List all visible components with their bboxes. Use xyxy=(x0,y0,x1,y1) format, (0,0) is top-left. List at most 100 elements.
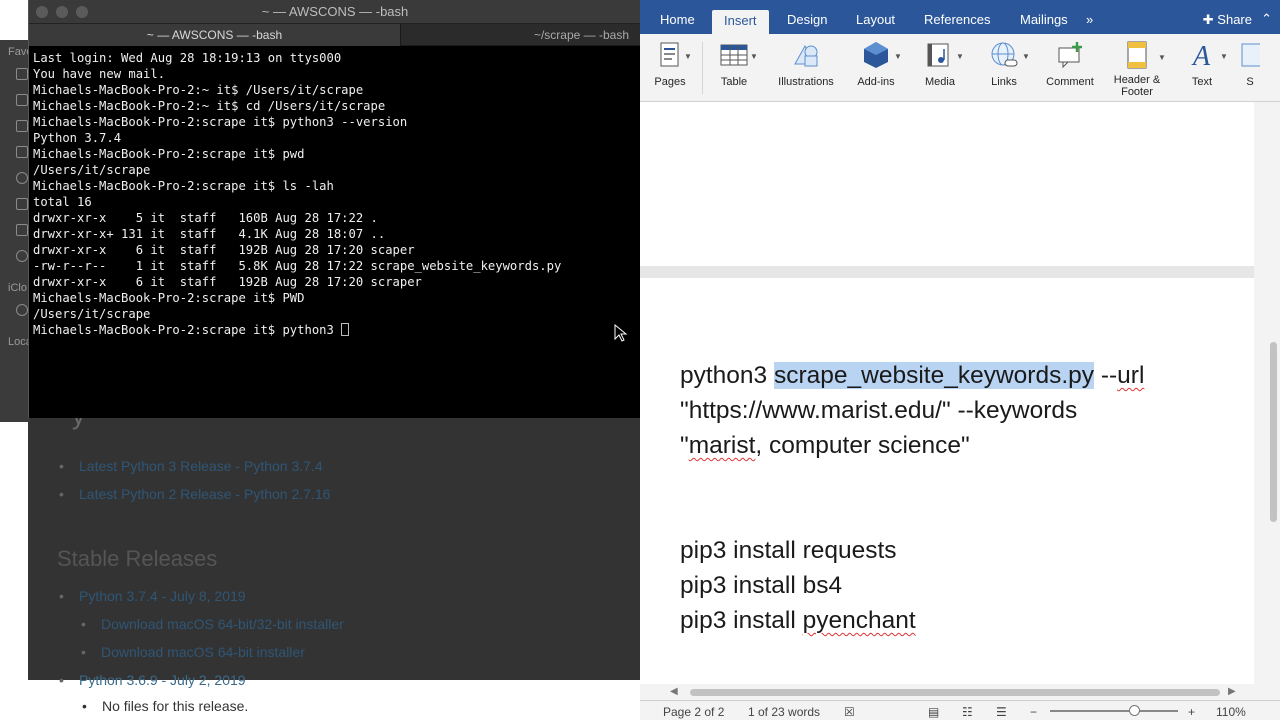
ribbon-label: Media xyxy=(925,76,955,88)
terminal-line: /Users/it/scrape xyxy=(33,307,151,321)
doc-line-keywords[interactable]: "marist, computer science" xyxy=(680,432,970,460)
zoom-level[interactable]: 110% xyxy=(1216,705,1246,719)
bg-link-python3[interactable]: Latest Python 3 Release - Python 3.7.4 xyxy=(59,458,323,474)
folder-icon[interactable] xyxy=(16,146,28,158)
terminal-line: drwxr-xr-x 6 it staff 192B Aug 28 17:20 … xyxy=(33,275,422,289)
downloads-icon[interactable] xyxy=(16,250,28,262)
header-footer-button[interactable]: Header & Footer ▼ xyxy=(1112,40,1166,98)
table-button[interactable]: Table ▼ xyxy=(716,40,758,88)
tab-scrape[interactable]: ~/scrape — -bash xyxy=(401,24,641,46)
bg-link-python2[interactable]: Latest Python 2 Release - Python 2.7.16 xyxy=(59,486,330,502)
folder-icon[interactable] xyxy=(16,120,28,132)
spelling-error-text[interactable]: url xyxy=(1117,362,1144,389)
horizontal-scrollbar[interactable]: ◀ ▶ xyxy=(640,684,1254,700)
document-area[interactable]: python3 scrape_website_keywords.py --url… xyxy=(640,102,1280,700)
tab-awscons[interactable]: ~ — AWSCONS — -bash xyxy=(29,24,401,46)
vertical-scroll-thumb[interactable] xyxy=(1270,342,1277,522)
bg-download-link[interactable]: Download macOS 64-bit installer xyxy=(81,644,305,660)
illustrations-button[interactable]: Illustrations xyxy=(774,40,838,88)
terminal-line: total 16 xyxy=(33,195,92,209)
bg-section-title: Stable Releases xyxy=(57,546,218,571)
scroll-right-icon[interactable]: ▶ xyxy=(1228,686,1236,697)
spelling-error-text[interactable]: pyenchant xyxy=(803,607,916,634)
chevron-down-icon: ▼ xyxy=(894,52,902,61)
terminal-line: drwxr-xr-x 6 it staff 192B Aug 28 17:20 … xyxy=(33,243,415,257)
bg-release-title[interactable]: Python 3.7.4 - July 8, 2019 xyxy=(59,588,246,604)
more-tabs-icon[interactable]: » xyxy=(1086,12,1093,27)
focus-mode-icon[interactable]: ☷ xyxy=(962,705,973,719)
media-button[interactable]: Media ▼ xyxy=(920,40,964,88)
pages-icon xyxy=(655,40,685,70)
tab-mailings[interactable]: Mailings xyxy=(1020,12,1068,27)
share-button[interactable]: ✚ Share xyxy=(1203,12,1252,28)
airdrop-icon[interactable] xyxy=(16,172,28,184)
zoom-slider-track[interactable] xyxy=(1050,710,1178,712)
bg-release-title[interactable]: Python 3.6.9 - July 2, 2019 xyxy=(59,672,246,688)
vertical-scrollbar[interactable] xyxy=(1254,102,1280,700)
tab-layout[interactable]: Layout xyxy=(856,12,895,27)
text-button[interactable]: A Text ▼ xyxy=(1180,40,1228,88)
folder-icon[interactable] xyxy=(16,94,28,106)
links-button[interactable]: Links ▼ xyxy=(984,40,1030,88)
selected-text[interactable]: scrape_website_keywords.py xyxy=(774,362,1095,389)
icloud-icon[interactable] xyxy=(16,304,28,316)
terminal-titlebar[interactable]: ~ — AWSCONS — -bash xyxy=(29,0,641,24)
tab-references[interactable]: References xyxy=(924,12,990,27)
scroll-left-icon[interactable]: ◀ xyxy=(670,686,678,697)
word-count[interactable]: 1 of 23 words xyxy=(748,705,820,719)
document-page-1[interactable] xyxy=(640,102,1254,266)
tab-home[interactable]: Home xyxy=(660,12,695,27)
zoom-in-icon[interactable]: + xyxy=(1188,705,1195,719)
ribbon-label: Table xyxy=(720,76,748,88)
terminal-prompt-line[interactable]: Michaels-MacBook-Pro-2:scrape it$ python… xyxy=(33,322,633,338)
terminal-output[interactable]: Last login: Wed Aug 28 18:19:13 on ttys0… xyxy=(33,50,633,416)
web-layout-icon[interactable]: ☰ xyxy=(996,705,1007,719)
terminal-line: -rw-r--r-- 1 it staff 5.8K Aug 28 17:22 … xyxy=(33,259,562,273)
collapse-ribbon-icon[interactable]: ⌃ xyxy=(1261,11,1272,27)
tab-insert[interactable]: Insert xyxy=(712,10,769,34)
pages-button[interactable]: Pages ▼ xyxy=(652,40,692,88)
window-title: ~ — AWSCONS — -bash xyxy=(261,4,409,19)
folder-icon[interactable] xyxy=(16,68,28,80)
document-icon[interactable] xyxy=(16,224,28,236)
doc-line-pip-requests[interactable]: pip3 install requests xyxy=(680,537,897,565)
ribbon-label: Pages xyxy=(654,76,686,88)
zoom-out-icon[interactable]: − xyxy=(1030,705,1037,719)
word-window[interactable]: Home Insert Design Layout References Mai… xyxy=(640,0,1280,720)
zoom-slider-thumb[interactable] xyxy=(1129,705,1140,716)
doc-line-pip-bs4[interactable]: pip3 install bs4 xyxy=(680,572,842,600)
horizontal-scroll-thumb[interactable] xyxy=(690,689,1220,696)
tab-design[interactable]: Design xyxy=(787,12,827,27)
symbols-button[interactable]: S xyxy=(1240,40,1260,88)
doc-text: , computer science" xyxy=(755,432,970,459)
proofing-icon[interactable]: ☒ xyxy=(844,705,855,719)
addins-button[interactable]: Add-ins ▼ xyxy=(854,40,902,88)
bg-no-files-text: No files for this release. xyxy=(82,698,248,714)
insert-ribbon: Pages ▼ Table ▼ Illustrations Add-ins ▼ … xyxy=(640,34,1280,102)
ribbon-label: Footer xyxy=(1121,86,1153,98)
doc-line-url[interactable]: "https://www.marist.edu/" --keywords xyxy=(680,397,1077,425)
document-icon[interactable] xyxy=(16,198,28,210)
sidebar-label: Locations xyxy=(8,336,30,348)
finder-sidebar: Favo iClo Locations xyxy=(0,40,30,422)
chevron-down-icon: ▼ xyxy=(1158,53,1166,62)
word-titlebar xyxy=(640,0,1280,8)
terminal-line: /Users/it/scrape xyxy=(33,163,151,177)
bg-download-link[interactable]: Download macOS 64-bit/32-bit installer xyxy=(81,616,344,632)
terminal-line: drwxr-xr-x+ 131 it staff 4.1K Aug 28 18:… xyxy=(33,227,386,241)
chevron-down-icon: ▼ xyxy=(1022,52,1030,61)
terminal-window[interactable]: ~ — AWSCONS — -bash ~ — AWSCONS — -bash … xyxy=(28,0,641,418)
doc-line-command[interactable]: python3 scrape_website_keywords.py --url xyxy=(680,362,1144,390)
comment-icon xyxy=(1055,40,1085,70)
doc-text: pip3 install xyxy=(680,607,803,634)
spelling-error-text[interactable]: marist xyxy=(689,432,756,459)
comment-button[interactable]: Comment xyxy=(1044,40,1096,88)
table-icon xyxy=(719,40,749,70)
ribbon-divider xyxy=(702,42,703,94)
ribbon-label: Text xyxy=(1191,76,1213,88)
print-layout-icon[interactable]: ▤ xyxy=(928,705,939,719)
page-indicator[interactable]: Page 2 of 2 xyxy=(663,705,724,719)
document-page-2[interactable]: python3 scrape_website_keywords.py --url… xyxy=(640,278,1254,698)
ribbon-label: Add-ins xyxy=(857,76,895,88)
doc-line-pip-pyenchant[interactable]: pip3 install pyenchant xyxy=(680,607,916,635)
